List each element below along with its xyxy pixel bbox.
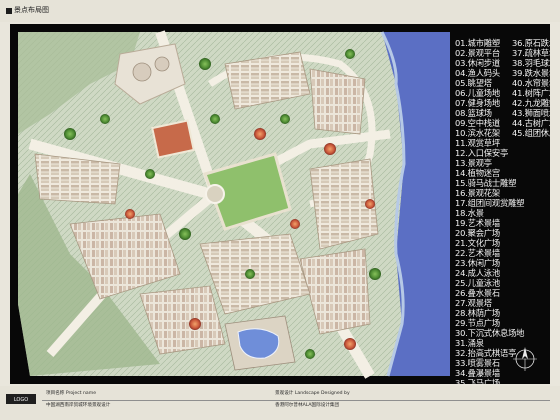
tree	[365, 199, 375, 209]
legend-item: 22.艺术景墙	[455, 248, 500, 258]
project-name-label: 项目名称 Project name	[46, 391, 97, 396]
tree	[245, 269, 255, 279]
legend-item: 15.骑马战士雕塑	[455, 178, 517, 188]
legend-item: 43.狮面喷水	[512, 108, 550, 118]
legend-item: 02.景观平台	[455, 48, 500, 58]
legend-item: 14.植物迷宫	[455, 168, 500, 178]
legend-item: 13.景观亭	[455, 158, 492, 168]
tree	[344, 338, 356, 350]
legend-item: 11.观赏草坪	[455, 138, 500, 148]
legend-item: 23.休闲广场	[455, 258, 500, 268]
villa-block-northeast	[309, 68, 366, 135]
designer-value: 香港阿尔普林ALA国际设计集团	[275, 403, 340, 408]
tree	[210, 114, 220, 124]
tree	[179, 228, 191, 240]
legend-item: 41.树阵广场	[512, 88, 550, 98]
legend-item: 16.景观花架	[455, 188, 500, 198]
roundabout	[205, 184, 225, 204]
tree	[345, 49, 355, 59]
tower-a	[132, 62, 152, 82]
legend-item: 45.组团休息场地	[512, 128, 550, 138]
legend-item: 32.抬高式棋语亭	[455, 348, 517, 358]
legend-item: 28.林荫广场	[455, 308, 500, 318]
page-frame: 景点布局图 01.城市雕塑 02.景观平台 03.休闲步道 04.渔人码头 05…	[0, 0, 560, 420]
legend-item: 36.原石跌水	[512, 38, 550, 48]
legend-item: 07.健身场地	[455, 98, 500, 108]
legend-item: 26.叠水景石	[455, 288, 500, 298]
legend-item: 01.城市雕塑	[455, 38, 500, 48]
tree	[290, 219, 300, 229]
legend-item: 18.水景	[455, 208, 484, 218]
tower-b	[154, 56, 170, 72]
page-title: 景点布局图	[14, 6, 49, 14]
legend-item: 40.水帘景墙	[512, 78, 550, 88]
north-arrow-icon	[513, 347, 537, 371]
tree	[189, 318, 201, 330]
tree	[125, 209, 135, 219]
legend-item: 10.滨水花架	[455, 128, 500, 138]
legend-item: 33.喷雾景石	[455, 358, 500, 368]
legend: 01.城市雕塑 02.景观平台 03.休闲步道 04.渔人码头 05.眺望塔 06.儿童场…	[455, 38, 550, 384]
tree	[64, 128, 76, 140]
site-plan-panel: 01.城市雕塑 02.景观平台 03.休闲步道 04.渔人码头 05.眺望塔 06.儿童场…	[10, 24, 550, 384]
legend-item: 21.文化广场	[455, 238, 500, 248]
legend-item: 37.疏林草地	[512, 48, 550, 58]
tree	[280, 114, 290, 124]
tree	[100, 114, 110, 124]
legend-item: 06.儿童场地	[455, 88, 500, 98]
legend-item: 09.空中栈道	[455, 118, 500, 128]
legend-item: 27.观景塔	[455, 298, 492, 308]
legend-item: 19.艺术景墙	[455, 218, 500, 228]
tree	[305, 349, 315, 359]
legend-item: 17.组团间观赏雕塑	[455, 198, 525, 208]
legend-item: 38.羽毛球场	[512, 58, 550, 68]
legend-item: 20.聚会广场	[455, 228, 500, 238]
tree	[254, 128, 266, 140]
legend-item: 29.节点广场	[455, 318, 500, 328]
legend-item: 44.古树广场	[512, 118, 550, 128]
designer-label: 景观设计 Landscape Designed by	[275, 391, 350, 396]
legend-item: 34.叠瀑景墙	[455, 368, 500, 378]
tree	[324, 143, 336, 155]
legend-item: 05.眺望塔	[455, 78, 492, 88]
sports-court	[151, 119, 195, 159]
legend-item: 39.跌水景墙	[512, 68, 550, 78]
legend-item: 08.篮球场	[455, 108, 492, 118]
title-marker-icon	[6, 8, 12, 14]
legend-item: 25.儿童泳池	[455, 278, 500, 288]
tree	[369, 268, 381, 280]
company-logo: LOGO	[6, 394, 36, 404]
tree	[199, 58, 211, 70]
legend-item: 12.入口保安亭	[455, 148, 509, 158]
svg-text:LOGO: LOGO	[14, 397, 28, 403]
legend-item: 35.飞马广场	[455, 378, 500, 384]
legend-item: 04.渔人码头	[455, 68, 500, 78]
legend-item: 03.休闲步道	[455, 58, 500, 68]
header-bar: 景点布局图	[0, 0, 560, 22]
legend-item: 24.成人泳池	[455, 268, 500, 278]
tree	[145, 169, 155, 179]
legend-item: 31.涌泉	[455, 338, 484, 348]
legend-item: 42.九龙雕塑	[512, 98, 550, 108]
legend-item: 30.下沉式休息场地	[455, 328, 525, 338]
project-name-value: 中国湖西南岸贸城环境景观设计	[46, 403, 111, 408]
footer-bar: LOGO 项目名称 Project name 中国湖西南岸贸城环境景观设计 景观…	[0, 386, 560, 420]
footer-divider	[42, 400, 550, 401]
